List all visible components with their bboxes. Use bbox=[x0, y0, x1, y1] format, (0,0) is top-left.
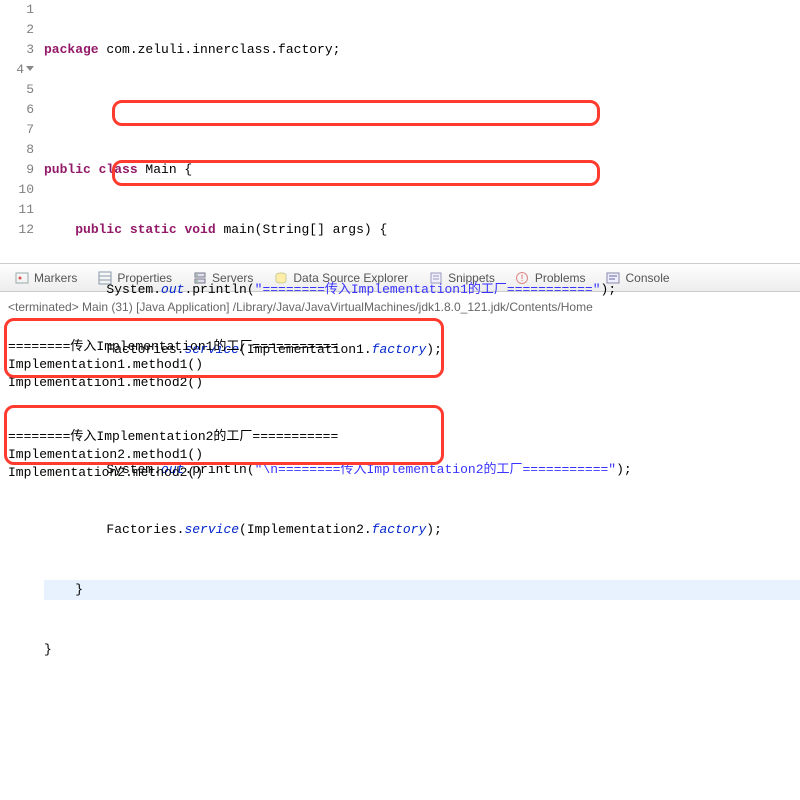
line-number: 10 bbox=[0, 180, 34, 200]
line-number: 2 bbox=[0, 20, 34, 40]
console-output[interactable]: ========传入Implementation1的工厂=========== … bbox=[8, 320, 792, 536]
line-number: 7 bbox=[0, 120, 34, 140]
code-line: } bbox=[44, 580, 800, 600]
line-number: 4 bbox=[0, 60, 34, 80]
code-line: } bbox=[44, 640, 800, 660]
console-view: <terminated> Main (31) [Java Application… bbox=[0, 292, 800, 542]
console-line: Implementation2.method1() bbox=[8, 447, 203, 462]
code-line: public class Main { bbox=[44, 160, 800, 180]
code-line: package com.zeluli.innerclass.factory; bbox=[44, 40, 800, 60]
line-number: 5 bbox=[0, 80, 34, 100]
code-line bbox=[44, 700, 800, 720]
line-number: 1 bbox=[0, 0, 34, 20]
code-line: public static void main(String[] args) { bbox=[44, 220, 800, 240]
line-number: 12 bbox=[0, 220, 34, 240]
code-line: System.out.println("========传入Implementa… bbox=[44, 280, 800, 300]
line-number: 9 bbox=[0, 160, 34, 180]
console-line: Implementation2.method2() bbox=[8, 465, 203, 480]
fold-marker-icon[interactable] bbox=[26, 66, 34, 71]
line-gutter: 1 2 3 4 5 6 7 8 9 10 11 12 bbox=[0, 0, 38, 263]
code-editor[interactable]: 1 2 3 4 5 6 7 8 9 10 11 12 package com.z… bbox=[0, 0, 800, 264]
line-number: 8 bbox=[0, 140, 34, 160]
console-line: ========传入Implementation2的工厂=========== bbox=[8, 429, 338, 444]
line-number: 11 bbox=[0, 200, 34, 220]
markers-icon bbox=[14, 270, 29, 285]
console-line: Implementation1.method1() bbox=[8, 357, 203, 372]
console-line: Implementation1.method2() bbox=[8, 375, 203, 390]
line-number: 3 bbox=[0, 40, 34, 60]
console-line: ========传入Implementation1的工厂=========== bbox=[8, 339, 338, 354]
code-content[interactable]: package com.zeluli.innerclass.factory; p… bbox=[38, 0, 800, 263]
code-line bbox=[44, 100, 800, 120]
line-number: 6 bbox=[0, 100, 34, 120]
